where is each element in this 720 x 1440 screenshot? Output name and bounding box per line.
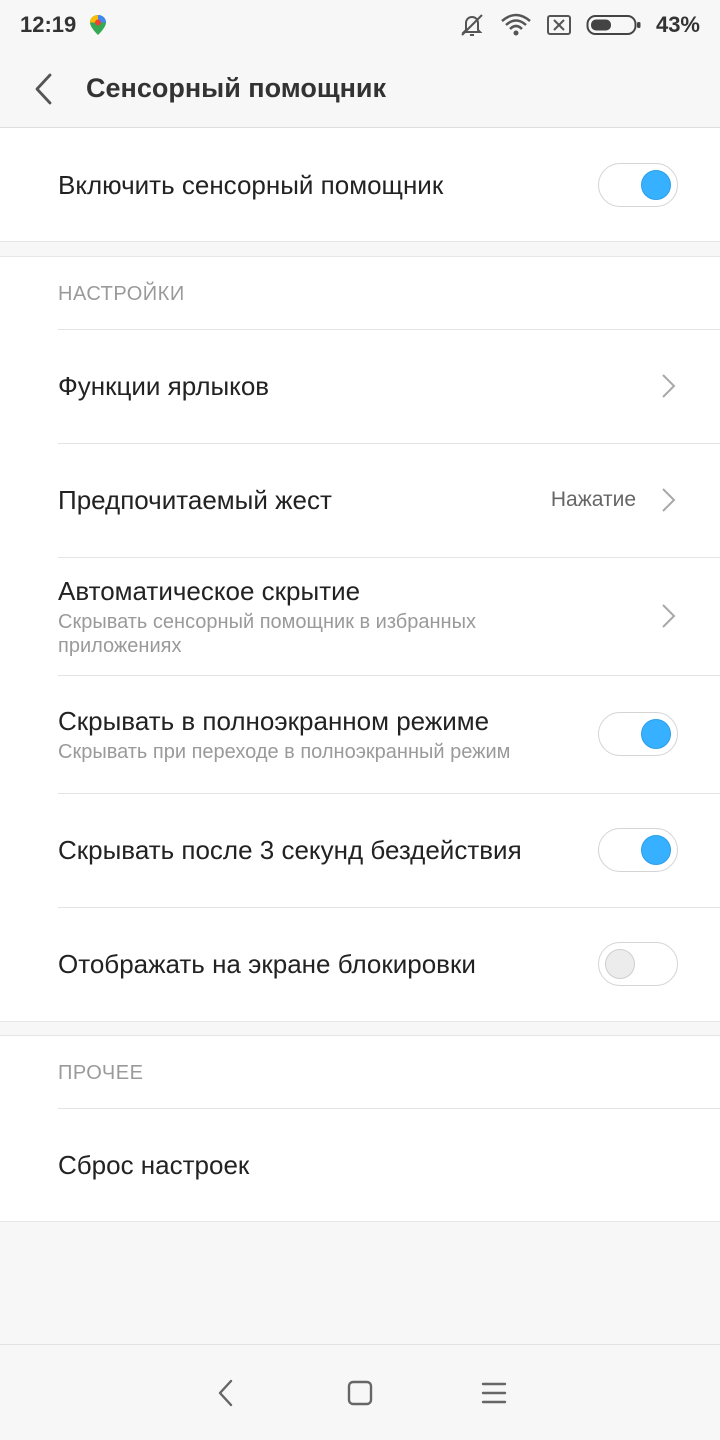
- status-bar: 12:19 43%: [0, 0, 720, 50]
- wifi-icon: [501, 13, 531, 36]
- other-section: ПРОЧЕЕ Сброс настроек: [0, 1035, 720, 1222]
- main-toggle-card: Включить сенсорный помощник: [0, 128, 720, 242]
- preferred-gesture-label: Предпочитаемый жест: [58, 485, 332, 515]
- chevron-left-icon: [35, 73, 52, 104]
- nav-menu-icon: [481, 1382, 507, 1403]
- auto-hide-row[interactable]: Автоматическое скрытие Скрывать сенсорны…: [0, 557, 720, 675]
- enable-assistant-row[interactable]: Включить сенсорный помощник: [0, 128, 720, 242]
- navigation-bar: [0, 1344, 720, 1440]
- auto-hide-label: Автоматическое скрытие: [58, 575, 361, 606]
- other-section-header: ПРОЧЕЕ: [58, 1062, 144, 1084]
- page-title: Сенсорный помощник: [86, 73, 387, 103]
- toggle-knob: [605, 949, 635, 979]
- maps-icon: [90, 15, 107, 35]
- enable-assistant-label: Включить сенсорный помощник: [58, 170, 444, 200]
- back-button[interactable]: [0, 50, 86, 128]
- auto-hide-description: Скрывать сенсорный помощник в избранных …: [58, 610, 476, 657]
- settings-section-header: НАСТРОЙКИ: [58, 283, 185, 305]
- status-time: 12:19: [20, 12, 77, 37]
- mute-icon: [461, 14, 483, 36]
- battery-percent: 43%: [655, 12, 700, 37]
- chevron-right-icon: [662, 488, 676, 512]
- toggle-knob: [641, 719, 671, 749]
- nav-back-button[interactable]: [207, 1374, 245, 1412]
- hide-fullscreen-row[interactable]: Скрывать в полноэкранном режиме Скрывать…: [0, 675, 720, 793]
- nav-home-button[interactable]: [341, 1374, 379, 1412]
- toggle-knob: [641, 170, 671, 200]
- reset-settings-label: Сброс настроек: [58, 1150, 250, 1180]
- battery-icon: [586, 15, 641, 35]
- hide-after-idle-row[interactable]: Скрывать после 3 секунд бездействия: [0, 793, 720, 907]
- shortcut-functions-row[interactable]: Функции ярлыков: [0, 329, 720, 443]
- enable-assistant-toggle[interactable]: [598, 163, 678, 207]
- show-on-lockscreen-row[interactable]: Отображать на экране блокировки: [0, 907, 720, 1021]
- preferred-gesture-value: Нажатие: [550, 488, 636, 511]
- hide-fullscreen-toggle[interactable]: [598, 712, 678, 756]
- shortcut-functions-label: Функции ярлыков: [58, 371, 270, 401]
- sim-error-icon: [546, 15, 571, 35]
- settings-section: НАСТРОЙКИ Функции ярлыков Предпочитаемый…: [0, 256, 720, 1022]
- app-bar: Сенсорный помощник: [0, 50, 720, 128]
- show-on-lockscreen-label: Отображать на экране блокировки: [58, 949, 476, 979]
- chevron-right-icon: [662, 374, 676, 398]
- show-on-lockscreen-toggle[interactable]: [598, 942, 678, 986]
- hide-fullscreen-description: Скрывать при переходе в полноэкранный ре…: [58, 740, 511, 763]
- chevron-right-icon: [662, 604, 676, 628]
- nav-back-icon: [218, 1379, 233, 1406]
- nav-home-icon: [347, 1380, 373, 1405]
- hide-after-idle-label: Скрывать после 3 секунд бездействия: [58, 835, 522, 865]
- preferred-gesture-row[interactable]: Предпочитаемый жест Нажатие: [0, 443, 720, 557]
- hide-after-idle-toggle[interactable]: [598, 828, 678, 872]
- reset-settings-row[interactable]: Сброс настроек: [0, 1108, 720, 1222]
- hide-fullscreen-label: Скрывать в полноэкранном режиме: [58, 705, 490, 736]
- toggle-knob: [641, 835, 671, 865]
- nav-menu-button[interactable]: [475, 1374, 513, 1412]
